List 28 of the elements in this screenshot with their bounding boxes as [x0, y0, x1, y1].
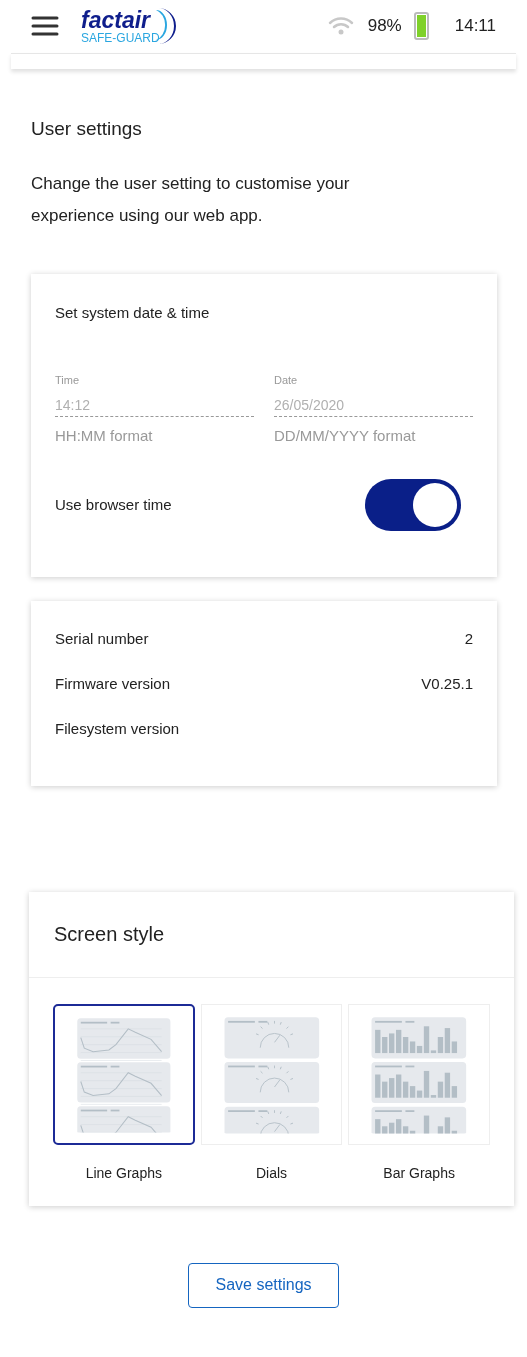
page-description: Change the user setting to customise your experience using our web app. [31, 172, 351, 227]
page-title: User settings [31, 117, 143, 141]
battery-icon [413, 12, 429, 40]
info-label: Filesystem version [55, 718, 180, 739]
style-option-label: Dials [255, 1163, 288, 1183]
style-option-label: Bar Graphs [383, 1163, 455, 1183]
info-value: V0.25.1 [421, 673, 473, 694]
field-label: Time [55, 373, 80, 388]
save-button[interactable]: Save settings [188, 1262, 339, 1308]
logo: factair SAFE-GUARD [81, 6, 176, 46]
input-field[interactable]: 26/05/2020 [274, 394, 473, 417]
field-hint: DD/MM/YYYY format [274, 425, 416, 446]
card-title: Set system date & time [55, 302, 211, 323]
menu-icon[interactable] [31, 15, 59, 37]
clock: 14:11 [454, 15, 496, 38]
wifi-icon [327, 16, 354, 36]
card-title: Screen style [54, 922, 165, 947]
style-option-label: Line Graphs [85, 1163, 162, 1183]
toggle-switch[interactable] [365, 479, 461, 531]
toggle-label: Use browser time [55, 494, 172, 515]
field-label: Date [274, 373, 298, 388]
info-label: Serial number [55, 628, 149, 649]
style-option[interactable] [53, 1003, 195, 1145]
input-field[interactable]: 14:12 [55, 394, 254, 417]
info-value: 2 [464, 628, 473, 649]
info-label: Firmware version [55, 673, 171, 694]
field-hint: HH:MM format [55, 425, 153, 446]
battery-percent: 98% [367, 15, 402, 38]
